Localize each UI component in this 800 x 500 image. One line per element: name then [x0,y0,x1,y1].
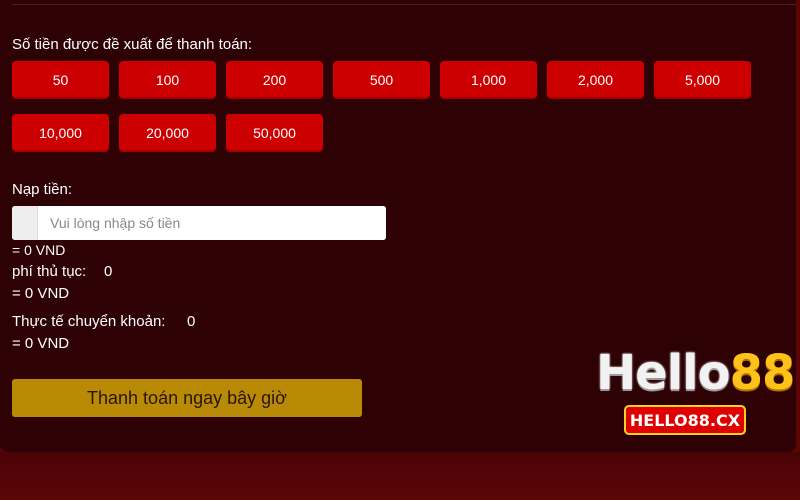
fee-value: 0 [104,263,113,280]
logo-domain-badge: HELLO88.CX [624,405,746,435]
deposit-label: Nạp tiền: [12,181,73,198]
fee-converted-text: = 0 VND [12,285,70,302]
actual-transfer-value: 0 [187,313,196,330]
logo-wordmark: Hello88 [596,345,795,401]
fee-label: phí thủ tục: [12,263,87,280]
actual-converted-text: = 0 VND [12,335,70,352]
hello88-logo: Hello88 HELLO88.CX [596,345,795,441]
amount-button-200[interactable]: 200 [226,61,323,99]
amount-button-10000[interactable]: 10,000 [12,114,109,152]
amount-button-500[interactable]: 500 [333,61,430,99]
amount-button-100[interactable]: 100 [119,61,216,99]
amount-button-50000[interactable]: 50,000 [226,114,323,152]
amount-button-50[interactable]: 50 [12,61,109,99]
amount-button-5000[interactable]: 5,000 [654,61,751,99]
input-prefix-addon [12,206,38,240]
logo-text-main: Hello [596,345,731,401]
suggested-amount-label: Số tiền được đề xuất để thanh toán: [12,36,253,53]
logo-text-number: 88 [729,345,796,401]
pay-now-button[interactable]: Thanh toán ngay bây giờ [12,379,362,417]
deposit-converted-text: = 0 VND [12,242,66,258]
bottom-band [0,452,800,500]
deposit-amount-input[interactable] [38,206,386,240]
deposit-amount-field [12,206,386,240]
actual-transfer-label: Thực tế chuyển khoản: [12,313,166,330]
top-divider [12,4,796,5]
amount-button-1000[interactable]: 1,000 [440,61,537,99]
amount-button-20000[interactable]: 20,000 [119,114,216,152]
amount-button-2000[interactable]: 2,000 [547,61,644,99]
